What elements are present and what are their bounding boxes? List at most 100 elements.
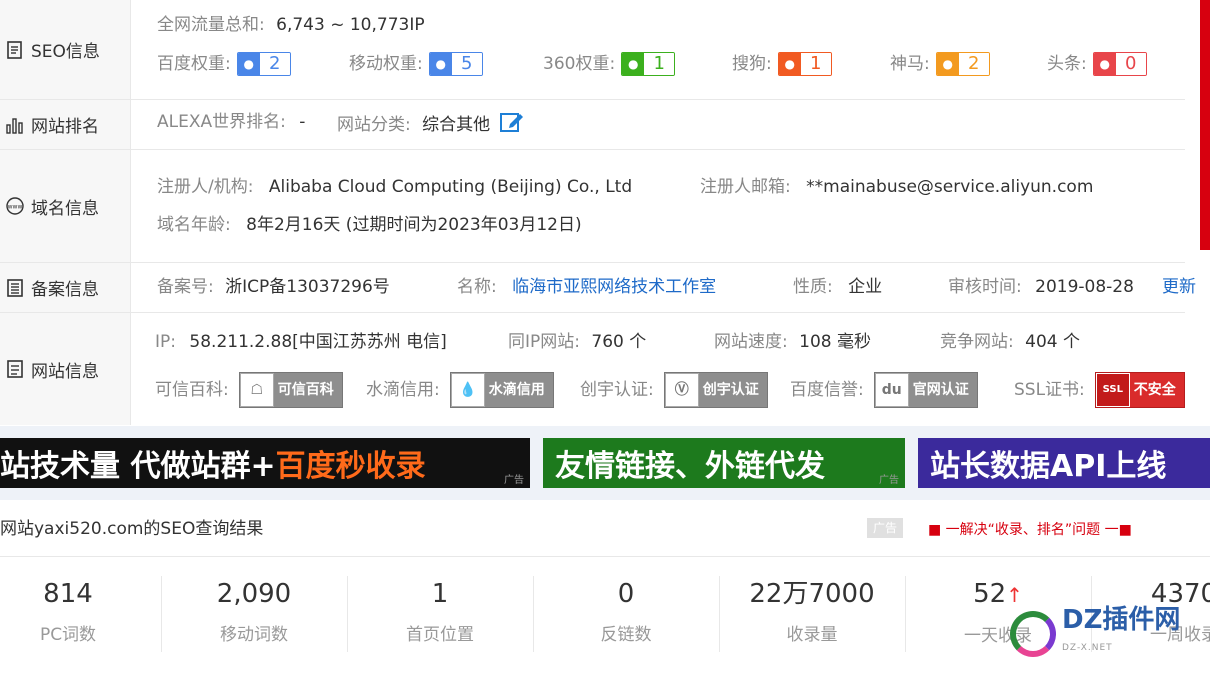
cert-item: 水滴信用: 💧 水滴信用 bbox=[366, 371, 554, 409]
icp-name: 名称: 临海市亚熙网络技术工作室 bbox=[457, 276, 716, 298]
site-row: 网站信息 IP: 58.211.2.88[中国江苏苏州 电信] 同IP网站: 7… bbox=[0, 313, 1185, 425]
promo-link[interactable]: ■ 一解决“收录、排名”问题 一■ bbox=[928, 519, 1132, 539]
icp-date-value: 2019-08-28 bbox=[1035, 277, 1134, 297]
weight-item: 搜狗: ● 1 bbox=[732, 52, 832, 76]
svg-text:www: www bbox=[8, 204, 23, 211]
registrant-key: 注册人/机构: bbox=[157, 177, 254, 197]
ad-banner-1-highlight: 百度秒收录 bbox=[275, 449, 426, 484]
weight-value: 2 bbox=[259, 53, 290, 75]
weight-key: 头条: bbox=[1047, 54, 1087, 74]
rank-label-text: 网站排名 bbox=[31, 117, 99, 137]
stat-label: 反链数 bbox=[600, 625, 652, 645]
weight-badge[interactable]: ● 2 bbox=[236, 52, 291, 76]
ad-banner-links[interactable]: 友情链接、外链代发 广告 bbox=[543, 438, 905, 488]
www-globe-icon: www bbox=[6, 197, 24, 215]
age-value: 8年2月16天 (过期时间为2023年03月12日) bbox=[246, 215, 582, 235]
360-icon: ● bbox=[622, 53, 645, 75]
stat-item[interactable]: 1 首页位置 bbox=[347, 576, 533, 652]
cert-key: 创宇认证: bbox=[580, 380, 654, 400]
watermark-sub: DZ-X.NET bbox=[1062, 643, 1113, 653]
weight-badge[interactable]: ● 1 bbox=[621, 52, 676, 76]
compete-sites: 竞争网站: 404 个 bbox=[940, 331, 1080, 353]
weight-value: 1 bbox=[800, 53, 831, 75]
ad-banner-api[interactable]: 站长数据API上线 bbox=[918, 438, 1210, 488]
weight-item: 头条: ● 0 bbox=[1047, 52, 1147, 76]
cert-key: 可信百科: bbox=[155, 380, 229, 400]
icp-type-value: 企业 bbox=[848, 277, 883, 297]
rank-label: 网站排名 bbox=[0, 100, 131, 149]
traffic-total: 全网流量总和: 6,743 ~ 10,773IP bbox=[157, 14, 425, 36]
icp-no-value: 浙ICP备13037296号 bbox=[225, 277, 390, 297]
stat-label: 移动词数 bbox=[220, 625, 288, 645]
weight-badge[interactable]: ● 2 bbox=[935, 52, 990, 76]
rank-row: 网站排名 ALEXA世界排名: - 网站分类: 综合其他 bbox=[0, 100, 1185, 150]
site-speed: 网站速度: 108 毫秒 bbox=[714, 331, 871, 353]
shenma-icon: ● bbox=[936, 53, 959, 75]
category-value: 综合其他 bbox=[422, 115, 491, 135]
stat-item[interactable]: 0 反链数 bbox=[533, 576, 719, 652]
weight-item: 百度权重: ● 2 bbox=[157, 52, 291, 76]
icp-label: 备案信息 bbox=[0, 263, 131, 312]
cert-badge[interactable]: 💧 水滴信用 bbox=[449, 372, 554, 408]
water-drop-icon: 💧 bbox=[450, 373, 485, 407]
stat-divider bbox=[719, 576, 720, 652]
cert-badge[interactable]: du 官网认证 bbox=[873, 372, 978, 408]
stat-divider bbox=[347, 576, 348, 652]
result-title: 网站yaxi520.com的SEO查询结果 bbox=[0, 519, 264, 539]
weight-item: 360权重: ● 1 bbox=[543, 52, 676, 76]
seo-label: SEO信息 bbox=[0, 0, 131, 99]
cert-item: 创宇认证: Ⓥ 创宇认证 bbox=[580, 371, 768, 409]
weight-value: 5 bbox=[451, 53, 482, 75]
icp-label-text: 备案信息 bbox=[31, 280, 99, 300]
compete-value: 404 个 bbox=[1025, 332, 1080, 352]
ad-label: 广告 bbox=[867, 518, 903, 538]
ip-value: 58.211.2.88[中国江苏苏州 电信] bbox=[189, 332, 447, 352]
update-link[interactable]: 更新 bbox=[1162, 276, 1196, 298]
stat-number-value: 1 bbox=[431, 579, 449, 609]
stat-number-value: 22万7000 bbox=[749, 579, 875, 609]
cert-item: 百度信誉: du 官网认证 bbox=[790, 371, 978, 409]
icp-name-link[interactable]: 临海市亚熙网络技术工作室 bbox=[512, 277, 716, 297]
registrant-email: 注册人邮箱: **mainabuse@service.aliyun.com bbox=[700, 176, 1093, 198]
weight-badge[interactable]: ● 0 bbox=[1092, 52, 1147, 76]
ad-banner-1-text: 站技术量 代做站群+ bbox=[0, 449, 276, 484]
stat-number-value: 52 bbox=[973, 579, 1007, 609]
ad-tag-2: 广告 bbox=[879, 475, 899, 486]
icp-type-key: 性质: bbox=[793, 277, 833, 297]
stat-number: 814 bbox=[0, 576, 161, 612]
weight-key: 搜狗: bbox=[732, 54, 772, 74]
weight-key: 360权重: bbox=[543, 54, 616, 74]
stat-item[interactable]: 814 PC词数 bbox=[0, 576, 161, 652]
cert-badge[interactable]: ☖ 可信百科 bbox=[238, 372, 343, 408]
baidu-du-icon: du bbox=[874, 373, 909, 407]
list-doc-icon bbox=[7, 360, 23, 378]
icp-type: 性质: 企业 bbox=[793, 276, 882, 298]
side-red-bar bbox=[1200, 0, 1210, 250]
ad-banner-site-group[interactable]: 站技术量 代做站群+ 百度秒收录 广告 bbox=[0, 438, 530, 488]
divider bbox=[0, 556, 1210, 557]
stat-number-value: 814 bbox=[43, 579, 93, 609]
stat-number-value: 2,090 bbox=[216, 579, 292, 609]
dz-logo-icon bbox=[1010, 611, 1056, 657]
stat-label: 收录量 bbox=[786, 625, 838, 645]
edit-icon[interactable] bbox=[499, 111, 524, 133]
stat-label: 首页位置 bbox=[406, 625, 474, 645]
icp-row: 备案信息 备案号: 浙ICP备13037296号 名称: 临海市亚熙网络技术工作… bbox=[0, 263, 1196, 313]
weight-key: 神马: bbox=[890, 54, 930, 74]
ad-tag-1: 广告 bbox=[504, 475, 524, 486]
stat-item[interactable]: 2,090 移动词数 bbox=[161, 576, 347, 652]
cert-key: SSL证书: bbox=[1014, 380, 1085, 400]
traffic-key: 全网流量总和: bbox=[157, 15, 265, 35]
icp-name-key: 名称: bbox=[457, 277, 497, 297]
weight-badge[interactable]: ● 1 bbox=[777, 52, 832, 76]
same-ip-value: 760 个 bbox=[591, 332, 647, 352]
cert-badge-text: 水滴信用 bbox=[488, 382, 545, 398]
stat-item[interactable]: 22万7000 收录量 bbox=[719, 576, 905, 652]
domain-label-text: 域名信息 bbox=[31, 198, 99, 219]
seo-label-text: SEO信息 bbox=[31, 42, 100, 62]
weight-badge[interactable]: ● 5 bbox=[428, 52, 483, 76]
same-ip-key: 同IP网站: bbox=[508, 332, 580, 352]
cert-badge[interactable]: SSL 不安全 bbox=[1094, 372, 1185, 408]
speed-key: 网站速度: bbox=[714, 332, 788, 352]
cert-badge[interactable]: Ⓥ 创宇认证 bbox=[663, 372, 768, 408]
